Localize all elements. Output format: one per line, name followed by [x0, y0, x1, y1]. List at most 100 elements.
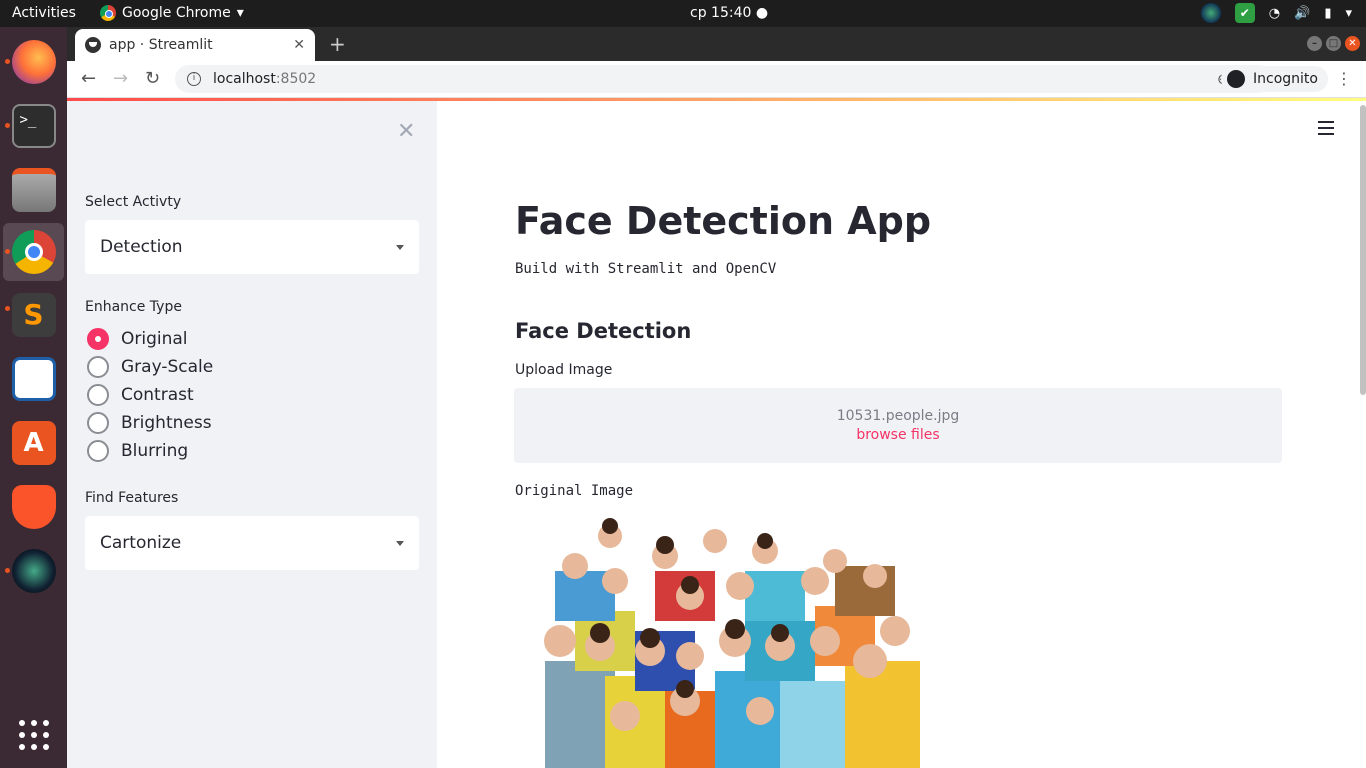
group-photo-image — [544, 518, 920, 768]
writer-launcher[interactable] — [3, 350, 64, 408]
camera-lens-icon — [11, 549, 56, 593]
radio-label: Brightness — [121, 413, 212, 433]
more-menu-icon[interactable]: ⋮ — [1336, 69, 1352, 88]
streamlit-app: ✕ Select Activty Detection Enhance Type … — [67, 101, 1366, 768]
chevron-down-icon: ▾ — [236, 5, 244, 21]
original-image-label: Original Image — [515, 483, 634, 499]
radio-circle — [87, 328, 109, 350]
clock[interactable]: cp 15:40 ● — [690, 5, 768, 21]
enhance-type-label: Enhance Type — [85, 299, 182, 315]
back-arrow-icon[interactable]: ← — [81, 68, 96, 89]
upload-label: Upload Image — [515, 362, 613, 378]
chevron-down-icon[interactable]: ▾ — [1345, 6, 1352, 21]
terminal-icon: >_ — [11, 104, 56, 148]
caret-down-icon — [396, 540, 404, 546]
radio-circle — [87, 412, 109, 434]
camera-launcher[interactable] — [3, 542, 64, 600]
incognito-icon — [1227, 70, 1245, 88]
incognito-badge[interactable]: Incognito — [1221, 66, 1328, 92]
wifi-icon[interactable]: ◔ — [1269, 6, 1280, 21]
chrome-launcher[interactable] — [3, 223, 64, 281]
new-tab-button[interactable]: + — [329, 32, 346, 56]
features-select[interactable]: Cartonize — [85, 516, 419, 570]
url-port: :8502 — [275, 71, 317, 87]
running-indicator — [5, 123, 10, 128]
radio-label: Gray-Scale — [121, 357, 214, 377]
software-center-launcher[interactable]: A — [3, 414, 64, 472]
close-sidebar-icon[interactable]: ✕ — [397, 119, 415, 144]
forward-arrow-icon[interactable]: → — [113, 68, 128, 89]
firefox-launcher[interactable] — [3, 33, 64, 91]
running-indicator — [5, 306, 10, 311]
original-image — [515, 511, 933, 768]
window-controls: – □ ✕ — [1307, 36, 1360, 51]
browse-files-link[interactable]: browse files — [514, 427, 1282, 443]
battery-icon[interactable]: ▮ — [1324, 6, 1331, 21]
globe-icon[interactable] — [1200, 3, 1221, 23]
shopping-bag-icon: A — [11, 421, 56, 465]
radio-circle — [87, 384, 109, 406]
tab-title: app · Streamlit — [109, 37, 213, 53]
volume-icon[interactable]: 🔊 — [1294, 6, 1310, 21]
app-menu[interactable]: Google Chrome ▾ — [100, 5, 244, 21]
chrome-icon — [11, 230, 56, 274]
app-menu-label: Google Chrome — [122, 5, 231, 21]
caret-down-icon — [396, 244, 404, 250]
tab-app-streamlit[interactable]: app · Streamlit ✕ — [75, 29, 315, 61]
reload-icon[interactable]: ↻ — [145, 68, 160, 89]
uploaded-file-name: 10531.people.jpg — [836, 408, 960, 424]
info-icon[interactable]: i — [187, 72, 201, 86]
sidebar: ✕ Select Activty Detection Enhance Type … — [67, 101, 437, 768]
page-scrollbar[interactable] — [1360, 101, 1366, 768]
incognito-label: Incognito — [1253, 71, 1318, 87]
radio-original[interactable]: Original — [87, 328, 188, 350]
address-bar[interactable]: i localhost:8502 ⊕ ☆ — [175, 65, 1273, 93]
shield-check-icon[interactable]: ✔ — [1234, 3, 1255, 23]
dock: >_ S A — [0, 27, 67, 768]
radio-gray-scale[interactable]: Gray-Scale — [87, 356, 213, 378]
tab-strip: app · Streamlit ✕ + – □ ✕ — [67, 27, 1366, 61]
show-applications-button[interactable] — [3, 706, 64, 764]
close-window-button[interactable]: ✕ — [1345, 36, 1360, 51]
hamburger-menu-icon[interactable] — [1318, 121, 1334, 139]
find-features-label: Find Features — [85, 490, 179, 506]
radio-blurring[interactable]: Blurring — [87, 440, 188, 462]
terminal-launcher[interactable]: >_ — [3, 97, 64, 155]
brave-launcher[interactable] — [3, 478, 64, 536]
activities-button[interactable]: Activities — [12, 5, 76, 21]
radio-contrast[interactable]: Contrast — [87, 384, 194, 406]
radio-brightness[interactable]: Brightness — [87, 412, 212, 434]
scrollbar-thumb[interactable] — [1360, 105, 1366, 395]
url-host: localhost — [213, 71, 276, 87]
file-cabinet-icon — [11, 168, 56, 212]
document-icon — [11, 357, 56, 401]
browser-toolbar: ← → ↻ i localhost:8502 ⊕ ☆ Incognito ⋮ — [67, 61, 1366, 98]
main-content: Face Detection App Build with Streamlit … — [437, 101, 1366, 768]
file-uploader-dropzone[interactable]: 10531.people.jpg browse files — [514, 388, 1282, 463]
os-top-bar: Activities Google Chrome ▾ cp 15:40 ● ✔ … — [0, 0, 1366, 27]
chrome-icon — [100, 5, 116, 21]
running-indicator — [5, 59, 10, 64]
close-tab-icon[interactable]: ✕ — [293, 37, 305, 53]
system-tray[interactable]: ✔ ◔ 🔊 ▮ ▾ — [1200, 3, 1352, 23]
radio-circle — [87, 356, 109, 378]
features-select-value: Cartonize — [100, 533, 182, 553]
clock-label: cp 15:40 — [690, 5, 752, 21]
radio-circle — [87, 440, 109, 462]
maximize-button[interactable]: □ — [1326, 36, 1341, 51]
streamlit-favicon-icon — [85, 37, 101, 53]
page-subtitle: Build with Streamlit and OpenCV — [515, 261, 777, 277]
radio-label: Contrast — [121, 385, 194, 405]
radio-label: Original — [121, 329, 188, 349]
section-title: Face Detection — [515, 319, 692, 343]
sublime-text-icon: S — [11, 293, 56, 337]
activity-select-value: Detection — [100, 237, 183, 257]
page-title: Face Detection App — [515, 199, 932, 243]
browser-window: app · Streamlit ✕ + – □ ✕ ← → ↻ i localh… — [67, 27, 1366, 768]
select-activity-label: Select Activty — [85, 194, 182, 210]
minimize-button[interactable]: – — [1307, 36, 1322, 51]
running-indicator — [5, 249, 10, 254]
sublime-launcher[interactable]: S — [3, 286, 64, 344]
files-launcher[interactable] — [3, 161, 64, 219]
activity-select[interactable]: Detection — [85, 220, 419, 274]
